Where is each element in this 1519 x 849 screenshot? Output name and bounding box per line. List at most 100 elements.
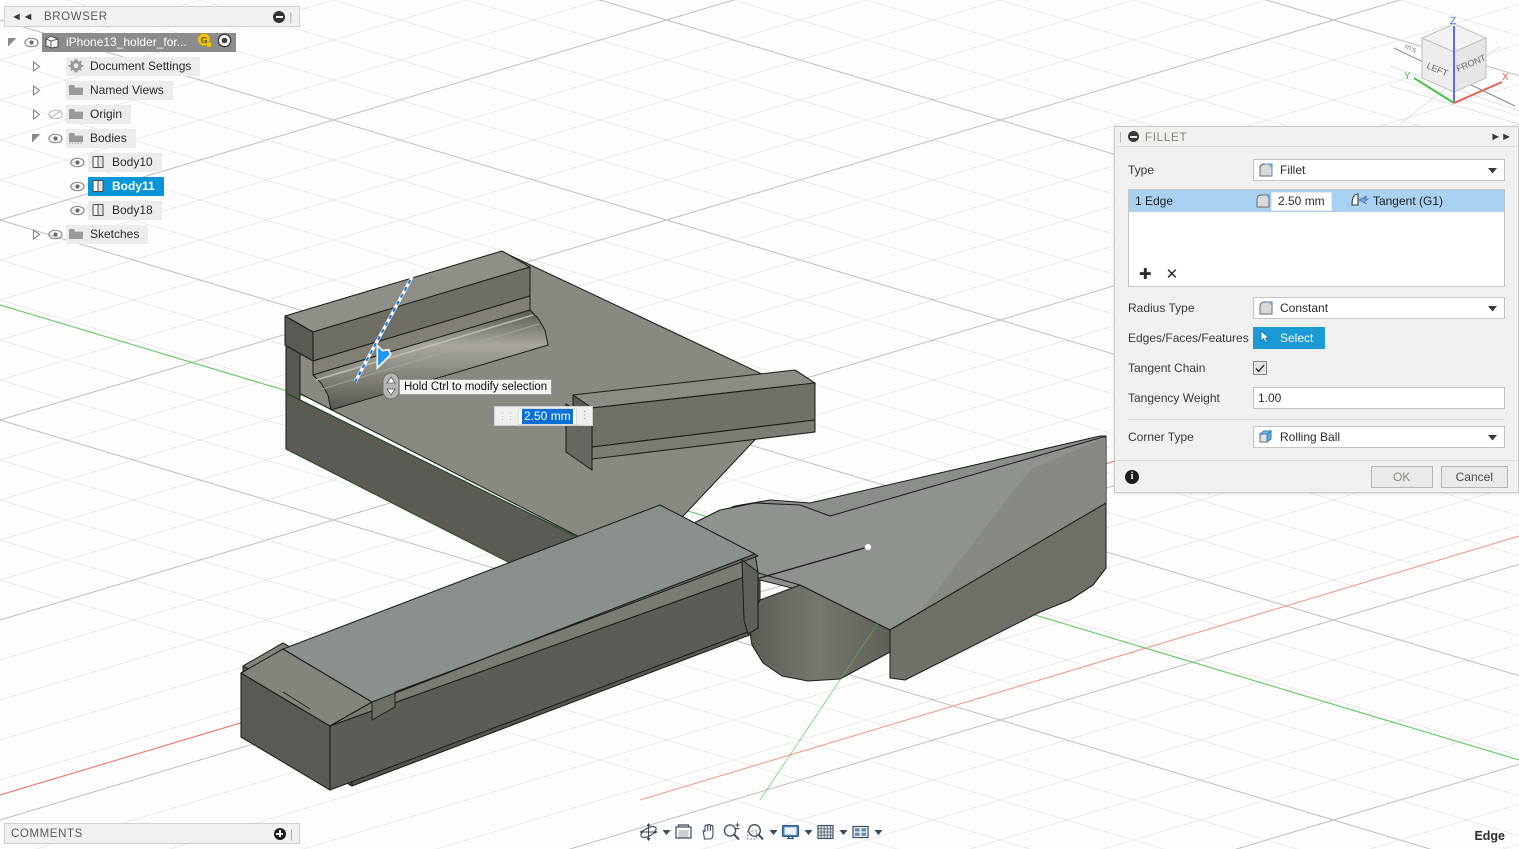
eye-icon[interactable] [44,222,66,246]
tree-item-sketches[interactable]: Sketches [66,224,149,244]
collapse-arrow-icon[interactable] [28,102,44,126]
tree-row-body18[interactable]: Body18 [4,198,300,222]
dimension-menu-icon[interactable]: ⋮ [580,411,590,421]
root-component[interactable]: iPhone13_holder_for... G [42,32,236,52]
look-at-icon[interactable] [672,820,694,844]
type-dropdown[interactable]: Fillet [1253,159,1505,181]
minus-circle-icon[interactable] [1127,131,1139,142]
collapse-arrow-icon[interactable] [28,222,44,246]
dialog-grip[interactable]: | [1119,131,1122,143]
expand-arrow-icon[interactable] [28,126,44,150]
zoom-window-icon[interactable] [744,820,766,844]
select-arrow-icon[interactable] [366,342,394,370]
cursor-icon [1259,330,1275,346]
tree-item-named views[interactable]: Named Views [66,80,173,100]
selection-row[interactable]: 1 Edge 2.50 mm Tangent (G1) [1129,190,1504,212]
corner-type-dropdown[interactable]: Rolling Ball [1253,426,1505,448]
grounded-badge-icon[interactable]: G [197,33,212,51]
x-icon[interactable]: ✕ [1166,267,1179,282]
row-tangent-chain: Tangent Chain [1128,353,1505,383]
dimension-input[interactable]: ⋮⋮ 2.50 mm ⋮ [494,406,593,426]
chevron-down-icon[interactable] [1488,163,1497,177]
browser-header[interactable]: ◄◄ BROWSER | [4,6,300,27]
dimension-field[interactable]: 2.50 mm [518,407,577,425]
cancel-button[interactable]: Cancel [1440,465,1508,488]
select-button[interactable]: Select [1253,327,1326,349]
comments-panel[interactable]: COMMENTS | [4,823,300,844]
tree-row-bodies[interactable]: Bodies [4,126,300,150]
arrow-spinner-icon[interactable] [382,372,400,400]
eye-icon[interactable] [66,174,88,198]
eye-icon[interactable] [66,198,88,222]
browser-panel[interactable]: ◄◄ BROWSER | iPhone13_holder_for... G Do… [4,6,300,246]
plus-circle-icon[interactable] [273,827,286,840]
tree-row-root[interactable]: iPhone13_holder_for... G [4,30,300,54]
double-chevron-right-icon[interactable]: ►► [1490,131,1512,143]
radius-value-input[interactable]: 2.50 mm [1271,191,1332,211]
tree-row-named-views[interactable]: Named Views [4,78,300,102]
tree-item-body18[interactable]: Body18 [88,200,162,220]
minus-circle-icon[interactable] [273,10,286,23]
radius-type-dropdown[interactable]: Constant [1253,297,1505,319]
tree-row-origin[interactable]: Origin [4,102,300,126]
selection-tools[interactable]: ✚ ✕ [1129,262,1504,286]
tree-row-body10[interactable]: Body10 [4,150,300,174]
row-edges-faces: Edges/Faces/Features Select [1128,323,1505,353]
select-button-label: Select [1280,331,1314,345]
browser-tree[interactable]: iPhone13_holder_for... G Document Settin… [4,27,300,246]
grid-dropdown-caret-icon[interactable] [839,825,847,839]
grid-snaps-icon[interactable] [814,820,836,844]
eye-icon[interactable] [44,126,66,150]
row-radius-type: Radius Type Constant [1128,293,1505,323]
body-icon [90,154,106,170]
double-chevron-left-icon[interactable]: ◄◄ [11,11,34,23]
tangent-chain-checkbox[interactable] [1253,361,1267,375]
zoom-icon[interactable] [720,820,742,844]
panel-grip[interactable]: | [290,827,293,841]
fit-dropdown-caret-icon[interactable] [769,825,777,839]
collapse-arrow-icon[interactable] [28,78,44,102]
tree-item-document settings[interactable]: Document Settings [66,56,201,76]
selection-list[interactable]: 1 Edge 2.50 mm Tangent (G1) ✚ ✕ [1128,189,1505,287]
tree-row-sketches[interactable]: Sketches [4,222,300,246]
pan-icon[interactable] [696,820,718,844]
tree-item-body11[interactable]: Body11 [88,176,164,196]
comments-title: COMMENTS [11,827,83,840]
collapse-arrow-icon[interactable] [28,54,44,78]
panel-grip[interactable]: | [289,10,293,24]
tangency-weight-label: Tangency Weight [1128,391,1220,405]
bodies-folder-icon [68,130,84,146]
viewports-dropdown-caret-icon[interactable] [874,825,882,839]
tree-row-document-settings[interactable]: Document Settings [4,54,300,78]
tree-row-body11[interactable]: Body11 [4,174,300,198]
ok-button[interactable]: OK [1370,465,1433,488]
fillet-dialog[interactable]: | FILLET ►► Type Fillet 1 Edge 2.50 mm T… [1114,126,1519,493]
navigation-toolbar[interactable] [637,819,882,845]
chevron-down-icon[interactable] [1488,301,1497,315]
fillet-dialog-titlebar[interactable]: | FILLET ►► [1115,127,1518,147]
tree-item-label: Body10 [112,155,153,169]
eye-icon[interactable] [20,30,42,54]
plus-icon[interactable]: ✚ [1139,267,1152,282]
tree-item-origin[interactable]: Origin [66,104,132,124]
tree-item-bodies[interactable]: Bodies [66,128,136,148]
viewcube[interactable]: m's LEFT FRONT Z Y X [1389,6,1519,125]
target-icon[interactable] [217,33,232,51]
radius-icon [1255,193,1271,209]
eye-icon[interactable] [66,150,88,174]
eye-off-icon[interactable] [44,102,66,126]
corner-type-label: Corner Type [1128,430,1194,444]
viewports-icon[interactable] [849,820,871,844]
tangency-weight-input[interactable]: 1.00 [1253,387,1505,409]
row-type: Type Fillet [1128,155,1505,185]
display-dropdown-caret-icon[interactable] [804,825,812,839]
display-settings-icon[interactable] [779,820,801,844]
orbit-icon[interactable] [637,820,659,844]
orbit-dropdown-caret-icon[interactable] [662,825,670,839]
chevron-down-icon[interactable] [1488,430,1497,444]
expand-arrow-icon[interactable] [4,30,20,54]
tree-item-body10[interactable]: Body10 [88,152,162,172]
constant-radius-icon [1258,300,1274,316]
info-icon[interactable]: i [1125,469,1139,484]
drag-dots-icon: ⋮⋮ [498,410,515,421]
